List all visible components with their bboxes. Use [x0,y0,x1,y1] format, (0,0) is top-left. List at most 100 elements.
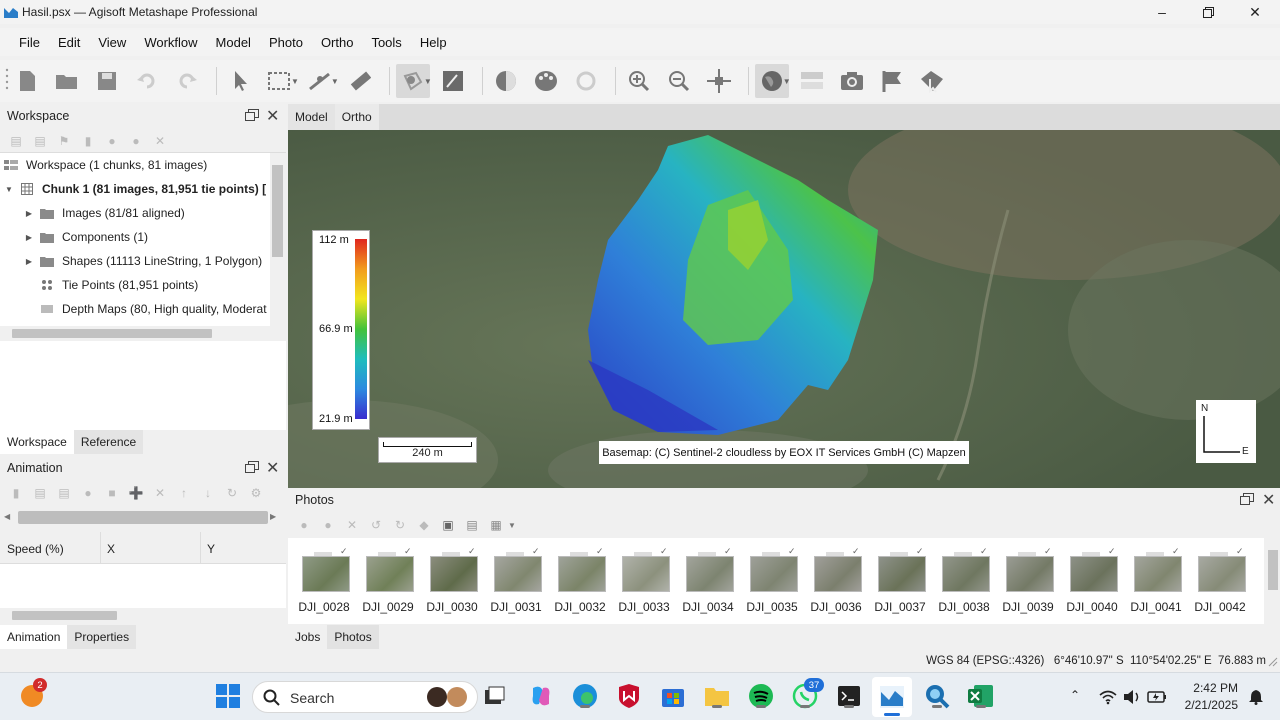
view-mode-icon[interactable]: ▦ [488,517,504,533]
stop-icon[interactable]: ■ [104,485,120,501]
rotate-left-icon[interactable]: ↺ [368,517,384,533]
menu-workflow[interactable]: Workflow [135,35,206,50]
close-panel-icon[interactable]: ✕ [1262,490,1275,510]
new-track-icon[interactable]: ▮ [8,485,24,501]
redo-icon[interactable] [170,64,204,98]
chevron-down-icon[interactable]: ▼ [504,517,520,533]
chevron-down-icon[interactable]: ▼ [331,77,339,86]
show-hidden-icons[interactable]: ⌃ [1070,688,1080,702]
delete-icon[interactable]: ✕ [152,133,168,149]
whatsapp-icon[interactable]: 37 [790,678,824,711]
refresh-icon[interactable] [569,64,603,98]
tree-item-depth-maps[interactable]: Depth Maps (80, High quality, Moderat [0,297,286,321]
close-icon[interactable]: ✕ [1232,0,1278,24]
enable-icon[interactable]: ● [104,133,120,149]
ruler-icon[interactable] [343,64,377,98]
windows-start-icon[interactable] [213,681,243,711]
minimize-icon[interactable]: – [1139,0,1185,24]
scrollbar-thumb[interactable] [12,611,117,620]
horizontal-scrollbar[interactable] [0,608,286,622]
wifi-icon[interactable] [1099,689,1117,705]
photo-thumbnail[interactable]: ✓ DJI_0038 [938,538,1002,624]
battery-icon[interactable] [1147,689,1167,705]
filter-icon[interactable]: ◆ [416,517,432,533]
remove-camera-icon[interactable]: ✕ [344,517,360,533]
rotate-right-icon[interactable]: ↻ [392,517,408,533]
photo-thumbnail[interactable]: ✓ DJI_0040 [1066,538,1130,624]
disable-camera-icon[interactable]: ● [320,517,336,533]
tree-item-tie-points[interactable]: Tie Points (81,951 points) [0,273,286,297]
resize-grip-icon[interactable] [1268,657,1278,667]
expand-arrow-icon[interactable]: ▶ [24,209,34,218]
copilot-icon[interactable] [526,681,556,711]
menu-ortho[interactable]: Ortho [312,35,363,50]
image-icon[interactable]: ▤ [464,517,480,533]
menu-file[interactable]: File [10,35,49,50]
new-document-icon[interactable] [10,64,44,98]
disable-icon[interactable]: ● [128,133,144,149]
loop-icon[interactable]: ↻ [224,485,240,501]
edit-patch-icon[interactable] [436,64,470,98]
animation-timeline-slider[interactable]: ◀ ▶ [4,510,280,526]
photo-thumbnail[interactable]: ✓ DJI_0032 [554,538,618,624]
chevron-down-icon[interactable]: ▼ [783,77,791,86]
chevron-right-icon[interactable]: ▶ [270,512,276,521]
shape-select-icon[interactable] [915,64,949,98]
settings-icon[interactable]: ⚙ [248,485,264,501]
mask-icon[interactable]: ▣ [440,517,456,533]
microsoft-store-icon[interactable] [658,681,688,711]
vertical-scrollbar[interactable] [270,153,286,329]
tab-jobs[interactable]: Jobs [288,625,328,649]
clock-date[interactable]: 2/21/2025 [1170,698,1238,712]
tree-root[interactable]: Workspace (1 chunks, 81 images) [0,153,286,177]
select-pointer-icon[interactable] [223,64,257,98]
flag-icon[interactable] [875,64,909,98]
photo-thumbnail[interactable]: ✓ DJI_0030 [426,538,490,624]
tab-properties[interactable]: Properties [67,625,137,649]
photo-thumbnail[interactable]: ✓ DJI_0031 [490,538,554,624]
notification-bell-icon[interactable] [1248,689,1264,705]
tab-reference[interactable]: Reference [73,430,144,454]
hillshade-icon[interactable] [489,64,523,98]
tree-item-images[interactable]: ▶ Images (81/81 aligned) [0,201,286,225]
photo-thumbnail[interactable]: ✓ DJI_0039 [1002,538,1066,624]
horizontal-scrollbar[interactable] [0,326,272,340]
chevron-down-icon[interactable]: ▼ [291,77,299,86]
scrollbar-thumb[interactable] [12,329,212,338]
move-up-icon[interactable]: ↑ [176,485,192,501]
close-panel-icon[interactable]: ✕ [266,106,279,126]
photo-thumbnail[interactable]: ✓ DJI_0036 [810,538,874,624]
palette-icon[interactable] [529,64,563,98]
volume-icon[interactable] [1123,689,1141,705]
layers-icon[interactable] [795,64,829,98]
tree-chunk[interactable]: ▼ Chunk 1 (81 images, 81,951 tie points)… [0,177,286,201]
remove-keyframe-icon[interactable]: ✕ [152,485,168,501]
menu-help[interactable]: Help [411,35,456,50]
float-panel-icon[interactable] [245,108,259,124]
tree-item-shapes[interactable]: ▶ Shapes (11113 LineString, 1 Polygon) [0,249,286,273]
task-view-icon[interactable] [480,681,510,711]
column-speed[interactable]: Speed (%) [7,542,64,556]
open-track-icon[interactable]: ▤ [32,485,48,501]
menu-tools[interactable]: Tools [362,35,410,50]
close-panel-icon[interactable]: ✕ [266,458,279,478]
open-folder-icon[interactable] [50,64,84,98]
enable-camera-icon[interactable]: ● [296,517,312,533]
ortho-view[interactable]: 112 m 66.9 m 21.9 m 240 m Basemap: (C) S… [288,130,1280,488]
add-keyframe-icon[interactable]: ➕ [128,485,144,501]
vertical-scrollbar[interactable] [1266,538,1280,624]
tab-animation[interactable]: Animation [0,625,68,649]
tab-model[interactable]: Model [288,104,335,130]
menu-view[interactable]: View [89,35,135,50]
photo-thumbnail[interactable]: ✓ DJI_0035 [746,538,810,624]
photo-thumbnail[interactable]: ✓ DJI_0041 [1130,538,1194,624]
chevron-down-icon[interactable]: ▼ [424,77,432,86]
add-folder-icon[interactable]: ⚑ [56,133,72,149]
menu-photo[interactable]: Photo [260,35,312,50]
expand-arrow-icon[interactable]: ▶ [24,233,34,242]
float-panel-icon[interactable] [1240,492,1254,508]
camera-icon[interactable] [835,64,869,98]
collapse-arrow-icon[interactable]: ▼ [4,185,14,194]
restore-icon[interactable] [1185,0,1231,24]
menu-edit[interactable]: Edit [49,35,89,50]
